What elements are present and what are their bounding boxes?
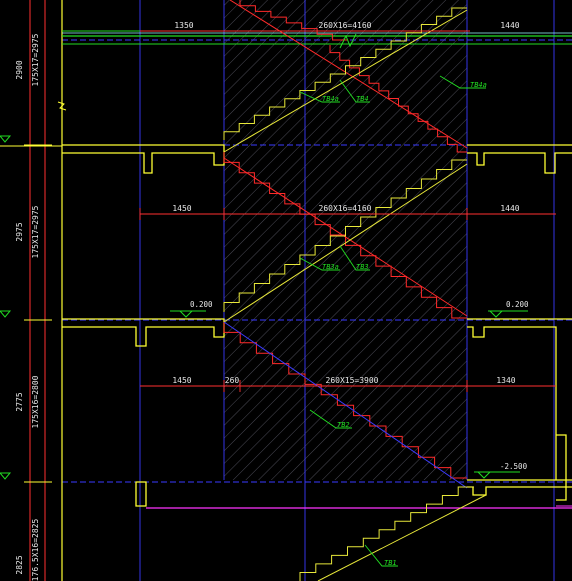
tag-upper-b: TB4 <box>356 95 369 103</box>
slab-upper-left <box>62 144 225 174</box>
dim-mid-middle: 260X16=4160 <box>319 204 372 213</box>
tag-mid-b: TB3 <box>356 263 369 271</box>
vdim-top-steps: 175X17=2975 <box>31 33 40 86</box>
cad-drawing-canvas[interactable]: 2900 175X17=2975 2975 175X17=2975 2775 1… <box>0 0 572 581</box>
vdim-mid-height: 2975 <box>15 222 24 241</box>
slab-lower-right <box>467 479 572 496</box>
break-symbol <box>57 101 67 111</box>
tag-upper-a: TB4a <box>322 95 339 103</box>
level-left-upper: 0.200 <box>190 300 213 309</box>
dim-top-left: 1350 <box>174 21 193 30</box>
slab-mid-right <box>467 318 572 480</box>
level-mark-right-upper <box>488 310 528 318</box>
dim-bottom-right: 1340 <box>496 376 515 385</box>
dim-mid-left: 1450 <box>172 204 191 213</box>
tag-lower: TB2 <box>337 421 350 429</box>
vdim-mid-steps: 175X17=2975 <box>31 205 40 258</box>
tag-mid-a: TB3a <box>322 263 339 271</box>
dim-bottom-middle: 260X15=3900 <box>326 376 379 385</box>
left-level-marks <box>0 135 12 480</box>
level-mark-left-upper <box>170 310 206 318</box>
bottom-left-box <box>135 481 147 507</box>
level-right-upper: 0.200 <box>506 300 529 309</box>
right-wall-element <box>556 434 567 501</box>
vdim-bottom-height: 2825 <box>15 555 24 574</box>
dim-bottom-landing: 260 <box>225 376 240 385</box>
tag-bottom: TB1 <box>384 559 397 567</box>
dim-top-middle: 260X16=4160 <box>319 21 372 30</box>
tag-top-right: TB4a <box>470 81 487 89</box>
vdim-low-height: 2775 <box>15 392 24 411</box>
dim-top-right: 1440 <box>500 21 519 30</box>
vdim-low-steps: 175X16=2800 <box>31 375 40 428</box>
vdim-top-height: 2900 <box>15 60 24 79</box>
slab-upper-right <box>467 144 572 174</box>
dim-bottom-left: 1450 <box>172 376 191 385</box>
vdim-bottom-steps: 176.5X16=2825 <box>31 519 40 581</box>
dim-mid-right: 1440 <box>500 204 519 213</box>
level-mark-right-lower <box>474 471 520 479</box>
level-right-lower: -2.500 <box>500 462 528 471</box>
slab-mid-left <box>62 318 225 347</box>
